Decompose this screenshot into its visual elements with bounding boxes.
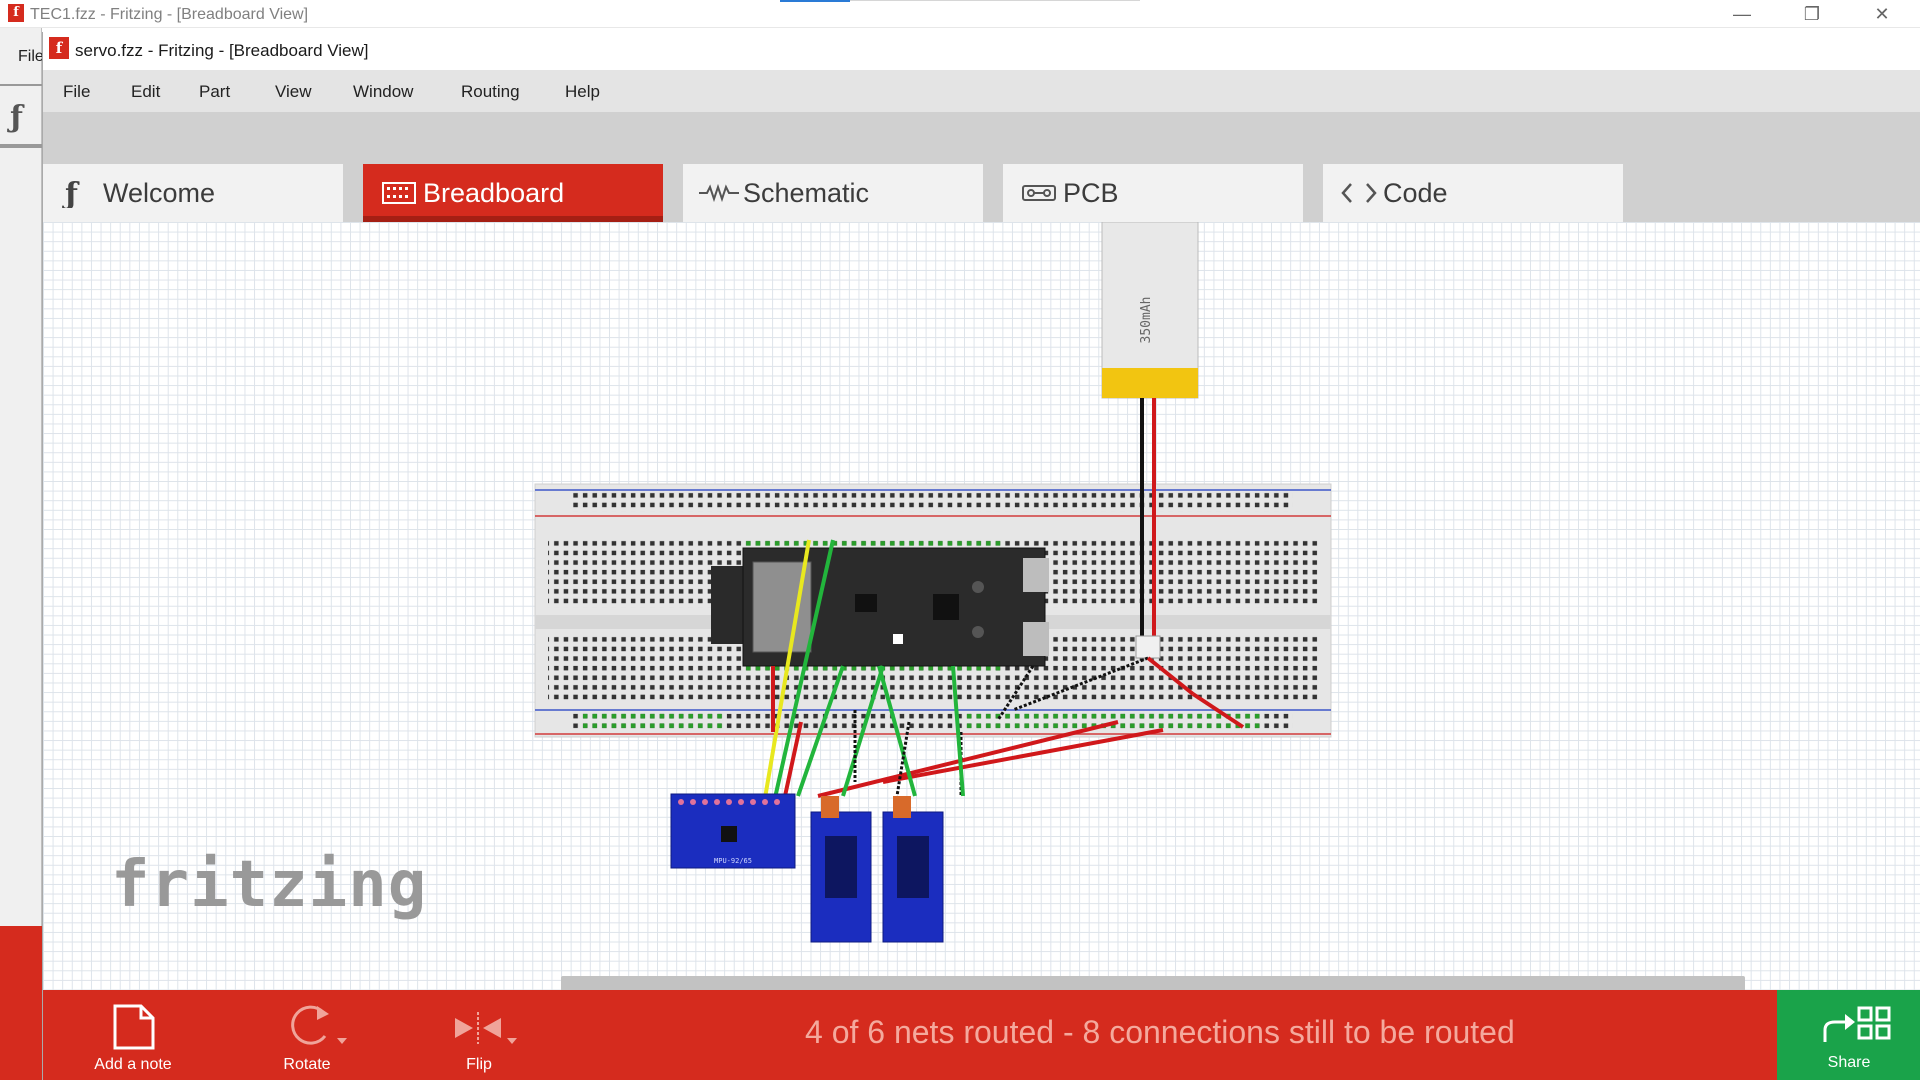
tab-label: Welcome	[103, 178, 216, 208]
tab-label: Schematic	[743, 178, 870, 208]
back-window-divider	[0, 84, 42, 86]
svg-text:ƒ: ƒ	[62, 178, 80, 208]
add-note-button[interactable]: Add a note	[83, 990, 183, 1080]
fritzing-window: f servo.fzz - Fritzing - [Breadboard Vie…	[42, 32, 1920, 1080]
window-titlebar: f servo.fzz - Fritzing - [Breadboard Vie…	[43, 32, 1920, 70]
code-brackets-icon	[1341, 183, 1377, 203]
horizontal-scrollbar[interactable]	[561, 976, 1745, 990]
window-title: servo.fzz - Fritzing - [Breadboard View]	[75, 41, 369, 60]
share-label: Share	[1827, 1054, 1871, 1071]
share-icon	[1823, 1006, 1891, 1042]
servo-2[interactable]	[882, 796, 944, 943]
note-icon	[113, 1004, 155, 1050]
back-menu-file[interactable]: File	[18, 48, 44, 66]
bottom-toolbar: Add a note Rotate Flip 4 of 6 nets route…	[43, 990, 1920, 1080]
flip-label: Flip	[466, 1056, 492, 1073]
menu-help[interactable]: Help	[565, 82, 600, 102]
tab-pcb[interactable]: PCB	[1003, 164, 1303, 222]
add-note-label: Add a note	[94, 1056, 172, 1073]
menu-edit[interactable]: Edit	[131, 82, 160, 102]
esp32-board[interactable]	[711, 547, 1049, 667]
share-button[interactable]: Share	[1777, 990, 1920, 1080]
back-window-titlebar: f TEC1.fzz - Fritzing - [Breadboard View…	[0, 0, 1920, 28]
minimize-icon[interactable]: —	[1724, 2, 1760, 26]
breadboard-icon	[382, 182, 416, 204]
menu-part[interactable]: Part	[199, 82, 230, 102]
rotate-button[interactable]: Rotate	[257, 990, 357, 1080]
flip-icon	[455, 1012, 517, 1044]
servo-1[interactable]	[810, 796, 872, 943]
mpu-sensor[interactable]: MPU-92/65	[670, 793, 796, 869]
flip-button[interactable]: Flip	[429, 990, 529, 1080]
sensor-label: MPU-92/65	[714, 857, 752, 865]
fritzing-f-icon: ƒ	[62, 178, 80, 208]
tab-label: Code	[1383, 178, 1448, 208]
back-window-edge: File ƒ	[0, 28, 44, 928]
breadboard-canvas[interactable]: 350mAh MPU-92/65 fritzing	[43, 222, 1920, 990]
tab-welcome[interactable]: ƒ Welcome	[43, 164, 343, 222]
tab-label: PCB	[1063, 178, 1119, 208]
back-window-toolbar	[0, 926, 42, 1080]
rotate-label: Rotate	[283, 1056, 331, 1073]
resistor-icon	[699, 183, 739, 203]
menu-file[interactable]: File	[63, 82, 90, 102]
tab-label: Breadboard	[423, 178, 565, 208]
tab-schematic[interactable]: Schematic	[683, 164, 983, 222]
view-tab-bar: ƒ Welcome Breadboard Schematic PCB Code	[43, 112, 1920, 222]
fritzing-f-icon: ƒ	[10, 100, 23, 135]
fritzing-logo-icon: f	[49, 37, 69, 59]
back-window-title: TEC1.fzz - Fritzing - [Breadboard View]	[30, 6, 309, 23]
tab-code[interactable]: Code	[1323, 164, 1623, 222]
pcb-icon	[1022, 185, 1056, 201]
loading-indicator	[780, 0, 850, 2]
rotate-icon	[291, 1005, 347, 1045]
menu-bar: File Edit Part View Window Routing Help	[43, 70, 1920, 112]
restore-icon[interactable]: ❐	[1794, 2, 1830, 26]
tab-breadboard[interactable]: Breadboard	[363, 164, 663, 222]
back-window-divider	[0, 144, 42, 148]
fritzing-watermark: fritzing	[111, 848, 428, 922]
loading-track	[850, 0, 1140, 1]
menu-window[interactable]: Window	[353, 82, 413, 102]
battery-label: 350mAh	[1139, 297, 1154, 344]
menu-view[interactable]: View	[275, 82, 312, 102]
close-icon[interactable]: ✕	[1864, 2, 1900, 26]
fritzing-logo-icon: f	[8, 4, 24, 22]
menu-routing[interactable]: Routing	[461, 82, 520, 102]
routing-status: 4 of 6 nets routed - 8 connections still…	[805, 1014, 1515, 1050]
